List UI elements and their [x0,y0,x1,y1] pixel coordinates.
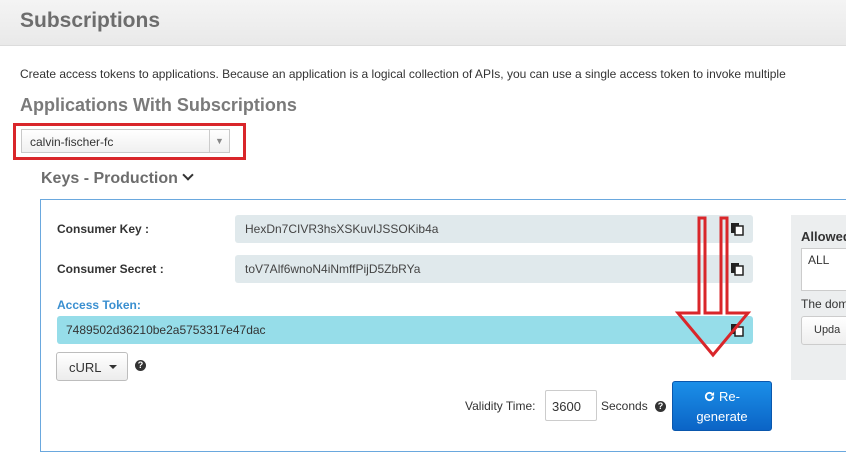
page-description: Create access tokens to applications. Be… [20,67,786,81]
consumer-key-label: Consumer Key : [57,222,150,236]
access-token-field: 7489502d36210be2a5753317e47dac [57,316,753,344]
curl-dropdown-button[interactable]: cURL [56,352,128,381]
page-title: Subscriptions [20,9,161,32]
chevron-down-icon [182,169,194,181]
update-domains-button[interactable]: Upda [801,316,846,345]
page-header: Subscriptions [0,0,846,46]
consumer-secret-field: toV7Alf6wnoN4iNmffPijD5ZbRYa [235,255,753,283]
validity-time-input[interactable]: 3600 [545,390,597,421]
copy-access-token-icon[interactable] [730,323,744,337]
access-token-label: Access Token: [57,298,141,312]
allowed-domains-note: The dom [801,297,846,311]
allowed-domains-title: Allowed [801,229,846,244]
consumer-secret-value: toV7Alf6wnoN4iNmffPijD5ZbRYa [245,262,421,276]
consumer-secret-label: Consumer Secret : [57,262,164,276]
curl-label: cURL [69,360,102,375]
allowed-domains-value: ALL [808,253,830,267]
copy-consumer-secret-icon[interactable] [730,262,744,276]
refresh-icon [704,391,715,402]
seconds-label: Seconds [601,399,648,413]
validity-help-icon[interactable]: ? [655,401,666,412]
regenerate-label-line2: generate [696,409,748,424]
caret-down-icon [109,365,117,369]
access-token-value: 7489502d36210be2a5753317e47dac [66,323,266,337]
consumer-key-field: HexDn7CIVR3hsXSKuvIJSSOKib4a [235,215,753,243]
application-select-value: calvin-fischer-fc [30,135,114,149]
consumer-key-value: HexDn7CIVR3hsXSKuvIJSSOKib4a [245,222,439,236]
keys-production-title: Keys - Production [41,170,178,187]
validity-time-value: 3600 [552,399,581,414]
keys-production-toggle[interactable]: Keys - Production [41,169,194,188]
allowed-domains-textarea[interactable]: ALL [801,248,846,291]
regenerate-label-line1: Re- [719,389,740,404]
help-icon[interactable]: ? [135,360,146,371]
dropdown-arrow-icon[interactable]: ▼ [209,130,229,152]
application-select[interactable]: calvin-fischer-fc ▼ [21,129,230,153]
copy-consumer-key-icon[interactable] [730,222,744,236]
validity-time-label: Validity Time: [465,399,536,413]
allowed-domains-panel: Allowed ALL The dom Upda [791,215,846,380]
applications-heading: Applications With Subscriptions [20,95,297,115]
update-domains-label: Upda [814,324,841,336]
regenerate-button[interactable]: Re- generate [672,381,772,431]
